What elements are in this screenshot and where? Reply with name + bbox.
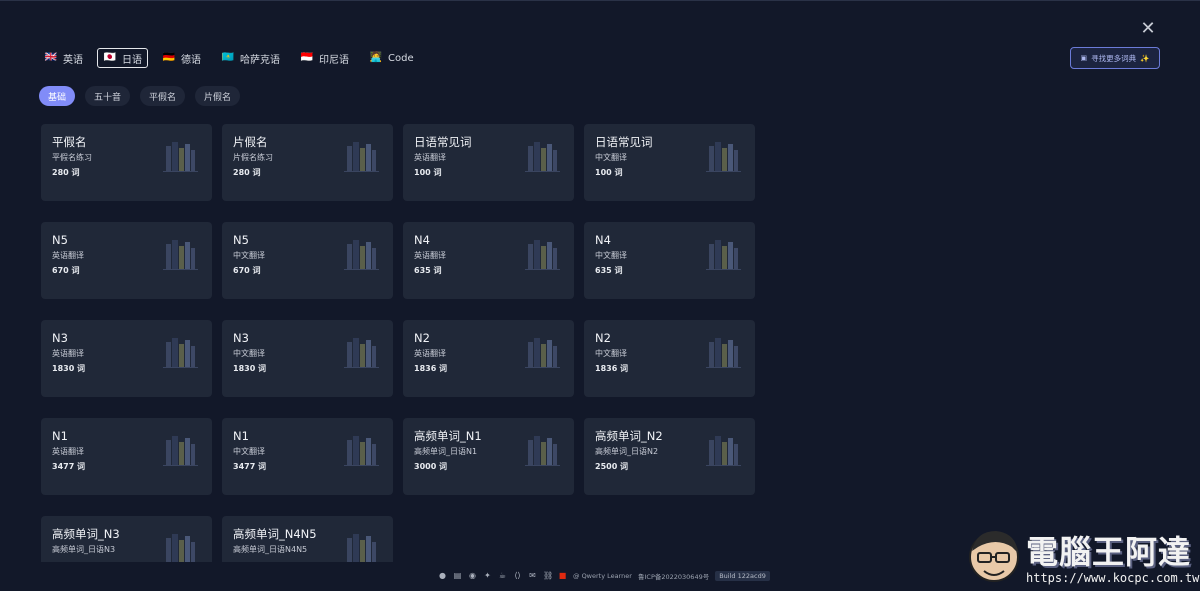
mail-icon[interactable]: ✉ bbox=[528, 572, 537, 580]
dictionary-card[interactable]: N5 英语翻译 670 词 bbox=[41, 222, 212, 299]
books-icon bbox=[706, 336, 741, 368]
dictionary-card[interactable]: 日语常见词 中文翻译 100 词 bbox=[584, 124, 755, 201]
language-tab[interactable]: 🇬🇧 英语 bbox=[38, 48, 89, 68]
books-icon bbox=[344, 532, 379, 564]
footer: ● ▤ ◉ ✦ ☕ ⟨⟩ ✉ ⛓ ■ @ Qwerty Learner 鲁ICP… bbox=[438, 571, 770, 581]
dictionary-card[interactable]: 日语常见词 英语翻译 100 词 bbox=[403, 124, 574, 201]
book-icon: ▣ bbox=[1080, 54, 1088, 62]
language-label: Code bbox=[388, 52, 414, 64]
books-icon bbox=[525, 140, 560, 172]
footer-credit[interactable]: @ Qwerty Learner bbox=[573, 572, 632, 580]
watermark: 電腦王阿達 https://www.kocpc.com.tw/ bbox=[962, 525, 1200, 589]
books-icon bbox=[706, 238, 741, 270]
coffee-icon[interactable]: ☕ bbox=[498, 572, 507, 580]
vscode-icon[interactable]: ⟨⟩ bbox=[513, 572, 522, 580]
dictionary-card[interactable]: N3 中文翻译 1830 词 bbox=[222, 320, 393, 397]
github-icon[interactable]: ● bbox=[438, 572, 447, 580]
close-icon[interactable]: ✕ bbox=[1139, 20, 1157, 38]
language-label: 德语 bbox=[181, 54, 201, 66]
flag-icon: 🇩🇪 bbox=[162, 52, 176, 63]
language-label: 英语 bbox=[63, 54, 83, 66]
sparkle-icon: ✨ bbox=[1140, 53, 1150, 63]
dictionary-card[interactable]: N2 中文翻译 1836 词 bbox=[584, 320, 755, 397]
language-tab[interactable]: 🧑‍💻 Code bbox=[363, 48, 420, 68]
dictionary-grid: 平假名 平假名练习 280 词片假名 片假名练习 280 词日语常见词 英语翻译 100 词… bbox=[41, 124, 755, 591]
books-icon bbox=[163, 238, 198, 270]
feedback-icon[interactable]: ▤ bbox=[453, 572, 462, 580]
dictionary-card[interactable]: 高频单词_N1 高频单词_日语N1 3000 词 bbox=[403, 418, 574, 495]
twitter-icon[interactable]: ✦ bbox=[483, 572, 492, 580]
flag-icon: 🧑‍💻 bbox=[369, 52, 383, 63]
language-tab[interactable]: 🇯🇵 日语 bbox=[97, 48, 148, 68]
dictionary-card[interactable]: N1 英语翻译 3477 词 bbox=[41, 418, 212, 495]
flag-icon: 🇯🇵 bbox=[103, 52, 117, 63]
dictionary-card[interactable]: 片假名 片假名练习 280 词 bbox=[222, 124, 393, 201]
books-icon bbox=[344, 238, 379, 270]
dictionary-card[interactable]: N5 中文翻译 670 词 bbox=[222, 222, 393, 299]
china-flag-icon[interactable]: ■ bbox=[558, 572, 567, 580]
language-tab[interactable]: 🇩🇪 德语 bbox=[156, 48, 207, 68]
find-more-label: 寻找更多词典 bbox=[1091, 53, 1137, 63]
language-tab[interactable]: 🇮🇩 印尼语 bbox=[294, 48, 355, 68]
dictionary-card[interactable]: N4 英语翻译 635 词 bbox=[403, 222, 574, 299]
books-icon bbox=[525, 238, 560, 270]
flag-icon: 🇮🇩 bbox=[300, 52, 314, 63]
category-tab[interactable]: 基础 bbox=[39, 86, 76, 106]
books-icon bbox=[706, 434, 741, 466]
language-label: 哈萨克语 bbox=[240, 54, 280, 66]
language-tabs: 🇬🇧 英语 🇯🇵 日语 🇩🇪 德语 🇰🇿 哈萨克语 🇮🇩 印尼语 🧑‍💻 Code bbox=[38, 48, 420, 68]
category-tab[interactable]: 片假名 bbox=[195, 86, 241, 106]
books-icon bbox=[706, 140, 741, 172]
language-label: 日语 bbox=[122, 54, 142, 66]
find-more-dictionaries-button[interactable]: ▣ 寻找更多词典 ✨ bbox=[1070, 47, 1160, 69]
books-icon bbox=[163, 434, 198, 466]
footer-icp[interactable]: 鲁ICP备2022030649号 bbox=[638, 571, 709, 581]
category-tabs: 基础 五十音 平假名 片假名 bbox=[39, 86, 241, 106]
dictionary-card[interactable]: N1 中文翻译 3477 词 bbox=[222, 418, 393, 495]
dictionary-card[interactable]: 平假名 平假名练习 280 词 bbox=[41, 124, 212, 201]
books-icon bbox=[163, 532, 198, 564]
category-tab[interactable]: 平假名 bbox=[140, 86, 186, 106]
watermark-title: 電腦王阿達 bbox=[1026, 533, 1192, 571]
link-icon[interactable]: ⛓ bbox=[543, 572, 553, 580]
books-icon bbox=[344, 434, 379, 466]
books-icon bbox=[163, 336, 198, 368]
language-label: 印尼语 bbox=[319, 54, 349, 66]
books-icon bbox=[525, 434, 560, 466]
watermark-url: https://www.kocpc.com.tw/ bbox=[1026, 571, 1200, 585]
category-tab[interactable]: 五十音 bbox=[85, 86, 131, 106]
build-badge: Build 122acd9 bbox=[715, 571, 770, 581]
top-border bbox=[0, 0, 1200, 1]
wechat-icon[interactable]: ◉ bbox=[468, 572, 477, 580]
watermark-mascot-icon bbox=[969, 531, 1019, 582]
books-icon bbox=[163, 140, 198, 172]
dictionary-card[interactable]: 高频单词_N2 高频单词_日语N2 2500 词 bbox=[584, 418, 755, 495]
flag-icon: 🇰🇿 bbox=[221, 52, 235, 63]
books-icon bbox=[525, 336, 560, 368]
books-icon bbox=[344, 140, 379, 172]
language-tab[interactable]: 🇰🇿 哈萨克语 bbox=[215, 48, 286, 68]
dictionary-card[interactable]: N3 英语翻译 1830 词 bbox=[41, 320, 212, 397]
flag-icon: 🇬🇧 bbox=[44, 52, 58, 63]
dictionary-card[interactable]: N4 中文翻译 635 词 bbox=[584, 222, 755, 299]
dictionary-card[interactable]: N2 英语翻译 1836 词 bbox=[403, 320, 574, 397]
books-icon bbox=[344, 336, 379, 368]
